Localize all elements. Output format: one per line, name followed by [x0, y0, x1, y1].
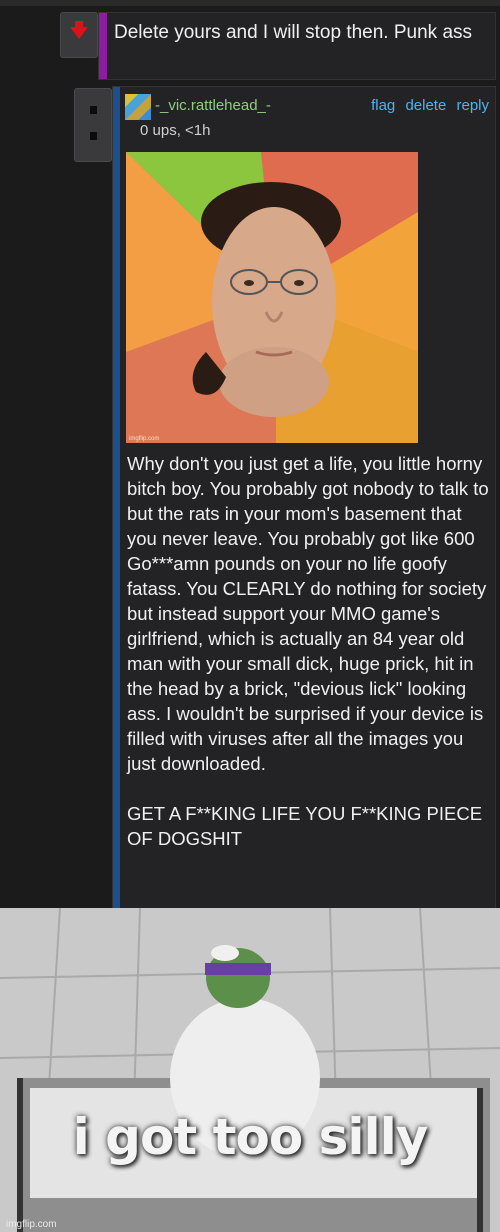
comment-body: Why don't you just get a life, you littl… — [127, 453, 489, 849]
comment-actions: flag delete reply — [365, 97, 489, 114]
upvote-icon[interactable] — [90, 106, 97, 114]
meme-image[interactable]: imgflip.com — [126, 152, 418, 443]
downvote-icon[interactable] — [90, 132, 97, 140]
meme-caption: i got too silly — [72, 1108, 429, 1166]
downvote-arrow-icon — [70, 27, 88, 39]
meme-watermark: imgflip.com — [129, 436, 160, 442]
comment-reply: -_vic.rattlehead_- flag delete reply 0 u… — [112, 86, 496, 910]
comment-meta: 0 ups, <1h — [140, 122, 211, 139]
imgflip-watermark: imgflip.com — [6, 1219, 57, 1230]
vote-buttons[interactable] — [74, 88, 112, 162]
top-bar — [0, 0, 500, 6]
comment-parent: Delete yours and I will stop then. Punk … — [98, 12, 496, 80]
username-link[interactable]: -_vic.rattlehead_- — [155, 97, 271, 114]
bottom-meme-image: i got too silly imgflip.com — [0, 908, 500, 1232]
comment-text: Delete yours and I will stop then. Punk … — [114, 22, 473, 43]
meme-illustration — [126, 152, 418, 443]
downvote-button[interactable] — [60, 12, 98, 58]
padded-room-illustration — [0, 908, 500, 1232]
comment-thread-bar — [99, 13, 107, 79]
user-avatar[interactable] — [125, 94, 151, 120]
comment-thread-bar — [113, 87, 120, 909]
delete-link[interactable]: delete — [405, 97, 446, 114]
reply-link[interactable]: reply — [456, 97, 489, 114]
flag-link[interactable]: flag — [371, 97, 395, 114]
